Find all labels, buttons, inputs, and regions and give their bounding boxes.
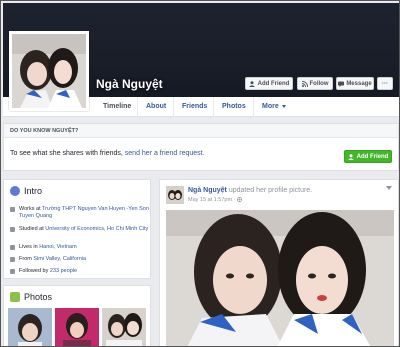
tab-about[interactable]: About bbox=[137, 97, 174, 117]
add-friend-icon bbox=[347, 153, 354, 160]
photos-title: Photos bbox=[10, 292, 52, 302]
home-icon bbox=[10, 245, 15, 250]
tab-more-label: More bbox=[262, 103, 279, 110]
photo-thumbnail[interactable] bbox=[102, 308, 146, 346]
friend-request-prompt: To see what she shares with friends, sen… bbox=[10, 150, 205, 157]
intro-work: Works at Trường THPT Nguyen Van Huyen -Y… bbox=[10, 206, 149, 220]
prompt-text: To see what she shares with friends, bbox=[10, 150, 125, 157]
message-label: Message bbox=[346, 80, 372, 87]
photos-icon bbox=[10, 292, 20, 302]
intro-education: Studied at University of Economics, Ho C… bbox=[10, 226, 149, 233]
tab-photos[interactable]: Photos bbox=[213, 97, 254, 117]
tab-more[interactable]: More bbox=[253, 97, 294, 117]
location-pin-icon bbox=[10, 257, 15, 262]
intro-followers-link[interactable]: 233 people bbox=[50, 268, 77, 274]
photo-thumbnail[interactable] bbox=[55, 308, 99, 346]
photo-thumbnail-image bbox=[8, 308, 52, 346]
profile-picture-post: Ngà Nguyệt updated her profile picture. … bbox=[159, 179, 399, 346]
graduation-cap-icon bbox=[10, 227, 15, 232]
photo-thumbnail-image bbox=[55, 308, 99, 346]
intro-from-prefix: From bbox=[19, 256, 34, 262]
post-photo-image bbox=[166, 210, 394, 346]
intro-followers: Followed by 233 people bbox=[10, 268, 149, 275]
add-friend-green-button[interactable]: Add Friend bbox=[344, 150, 392, 163]
intro-lives-link[interactable]: Hanoi, Vietnam bbox=[39, 244, 77, 250]
profile-photo-image bbox=[12, 34, 86, 108]
intro-title-text: Intro bbox=[24, 186, 43, 196]
post-photo[interactable] bbox=[166, 210, 394, 346]
intro-followers-prefix: Followed by bbox=[19, 268, 50, 274]
do-you-know-panel: DO YOU KNOW NGUYỆT? To see what she shar… bbox=[3, 123, 399, 171]
tab-timeline[interactable]: Timeline bbox=[95, 97, 139, 117]
intro-education-prefix: Studied at bbox=[19, 226, 46, 232]
rss-icon bbox=[301, 80, 308, 87]
post-header: Ngà Nguyệt updated her profile picture. bbox=[188, 187, 312, 194]
message-button[interactable]: Message bbox=[336, 77, 374, 90]
do-you-know-heading: DO YOU KNOW NGUYỆT? bbox=[4, 124, 398, 138]
profile-picture[interactable] bbox=[9, 31, 89, 111]
post-author-name[interactable]: Ngà Nguyệt bbox=[188, 187, 227, 194]
intro-education-link[interactable]: University of Economics, Ho Chi Minh Cit… bbox=[45, 226, 148, 232]
follow-label: Follow bbox=[309, 80, 329, 87]
intro-work-prefix: Works at bbox=[19, 206, 43, 212]
globe-icon bbox=[236, 196, 242, 203]
photos-card: Photos bbox=[3, 285, 151, 346]
avatar-image bbox=[166, 186, 184, 204]
add-friend-green-label: Add Friend bbox=[356, 153, 389, 160]
message-icon bbox=[338, 81, 345, 87]
send-friend-request-link[interactable]: send her a friend request. bbox=[125, 150, 205, 157]
tab-friends[interactable]: Friends bbox=[173, 97, 215, 117]
photo-thumbnail-image bbox=[102, 308, 146, 346]
add-friend-icon bbox=[248, 80, 255, 87]
intro-lives-prefix: Lives in bbox=[19, 244, 40, 250]
intro-from: From Simi Valley, California bbox=[10, 256, 149, 263]
intro-from-link[interactable]: Simi Valley, California bbox=[33, 256, 86, 262]
photos-title-text: Photos bbox=[24, 292, 53, 302]
intro-lives: Lives in Hanoi, Vietnam bbox=[10, 244, 149, 251]
intro-title: Intro bbox=[10, 186, 42, 196]
chevron-down-icon bbox=[281, 104, 286, 108]
post-author-avatar[interactable] bbox=[166, 186, 184, 204]
post-time-text: May 15 at 1:57pm · bbox=[188, 197, 237, 203]
add-friend-button[interactable]: Add Friend bbox=[245, 77, 293, 90]
more-options-button[interactable]: ··· bbox=[377, 77, 393, 90]
globe-icon bbox=[10, 186, 20, 196]
post-action-text: updated her profile picture. bbox=[226, 187, 313, 194]
intro-card: Intro Works at Trường THPT Nguyen Van Hu… bbox=[3, 179, 151, 279]
post-timestamp[interactable]: May 15 at 1:57pm · bbox=[188, 196, 242, 203]
briefcase-icon bbox=[10, 207, 15, 212]
photo-thumbnail[interactable] bbox=[8, 308, 52, 346]
profile-page: Ngà Nguyệt Add Friend Follow Message ···… bbox=[0, 0, 400, 347]
more-dots-icon: ··· bbox=[382, 80, 388, 87]
add-friend-label: Add Friend bbox=[257, 80, 290, 87]
profile-name[interactable]: Ngà Nguyệt bbox=[96, 77, 163, 91]
rss-icon bbox=[10, 269, 15, 274]
follow-button[interactable]: Follow bbox=[297, 77, 333, 90]
post-options-chevron-icon[interactable] bbox=[386, 186, 392, 190]
